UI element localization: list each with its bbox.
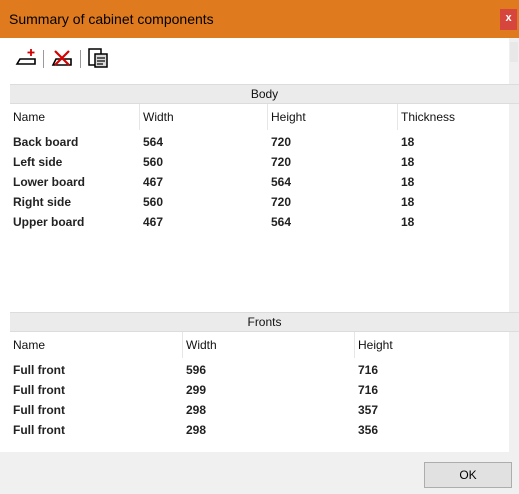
toolbar-separator (43, 50, 44, 68)
close-button[interactable]: x (500, 9, 517, 30)
cell-name: Full front (13, 423, 65, 437)
rail-knob (510, 42, 518, 62)
cell-width: 596 (186, 363, 207, 377)
cell-height: 716 (358, 383, 379, 397)
delete-component-icon (51, 50, 72, 66)
cell-width: 299 (186, 383, 207, 397)
cell-thickness: 18 (401, 175, 415, 189)
cell-name: Full front (13, 383, 65, 397)
table-row[interactable]: Full front 596 716 (10, 360, 519, 380)
cell-name: Full front (13, 363, 65, 377)
add-component-icon (15, 49, 36, 65)
cell-name: Back board (13, 135, 79, 149)
table-row[interactable]: Lower board 467 564 18 (10, 172, 519, 192)
cell-name: Full front (13, 403, 65, 417)
body-section-title: Body (10, 84, 519, 104)
fronts-section-title: Fronts (10, 312, 519, 332)
window-title: Summary of cabinet components (9, 11, 214, 27)
cell-name: Upper board (13, 215, 85, 229)
cell-name: Left side (13, 155, 63, 169)
cell-width: 298 (186, 403, 207, 417)
body-column-headers: Name Width Height Thickness (10, 104, 519, 130)
body-col-width[interactable]: Width (140, 104, 268, 130)
table-row[interactable]: Full front 298 356 (10, 420, 519, 440)
body-table: Back board 564 720 18 Left side 560 720 … (10, 132, 519, 236)
cell-width: 564 (143, 135, 164, 149)
cell-width: 467 (143, 175, 164, 189)
fronts-table: Full front 596 716 Full front 299 716 Fu… (10, 360, 519, 444)
cell-name: Lower board (13, 175, 86, 189)
table-row[interactable]: Upper board 467 564 18 (10, 212, 519, 232)
cell-height: 564 (271, 175, 292, 189)
fronts-col-width[interactable]: Width (183, 332, 355, 358)
cell-height: 357 (358, 403, 379, 417)
cell-width: 560 (143, 155, 164, 169)
cell-height: 356 (358, 423, 379, 437)
cell-height: 720 (271, 155, 292, 169)
table-row[interactable]: Right side 560 720 18 (10, 192, 519, 212)
cell-thickness: 18 (401, 155, 415, 169)
body-col-height[interactable]: Height (268, 104, 398, 130)
delete-component-button[interactable] (50, 46, 74, 70)
fronts-column-headers: Name Width Height (10, 332, 519, 358)
cell-width: 467 (143, 215, 164, 229)
cell-name: Right side (13, 195, 72, 209)
toolbar (0, 38, 519, 78)
cell-width: 298 (186, 423, 207, 437)
ok-button[interactable]: OK (424, 462, 512, 488)
fronts-col-name[interactable]: Name (10, 332, 183, 358)
table-row[interactable]: Left side 560 720 18 (10, 152, 519, 172)
table-row[interactable]: Full front 299 716 (10, 380, 519, 400)
cell-height: 564 (271, 215, 292, 229)
cell-thickness: 18 (401, 215, 415, 229)
cell-height: 720 (271, 135, 292, 149)
fronts-col-height[interactable]: Height (355, 332, 519, 358)
cell-thickness: 18 (401, 135, 415, 149)
cell-thickness: 18 (401, 195, 415, 209)
table-row[interactable]: Full front 298 357 (10, 400, 519, 420)
body-col-thickness[interactable]: Thickness (398, 104, 519, 130)
toolbar-separator (80, 50, 81, 68)
add-component-button[interactable] (14, 46, 38, 70)
copy-clipboard-button[interactable] (86, 46, 110, 70)
cell-height: 716 (358, 363, 379, 377)
table-row[interactable]: Back board 564 720 18 (10, 132, 519, 152)
cell-height: 720 (271, 195, 292, 209)
cell-width: 560 (143, 195, 164, 209)
body-col-name[interactable]: Name (10, 104, 140, 130)
copy-clipboard-icon (88, 48, 108, 68)
